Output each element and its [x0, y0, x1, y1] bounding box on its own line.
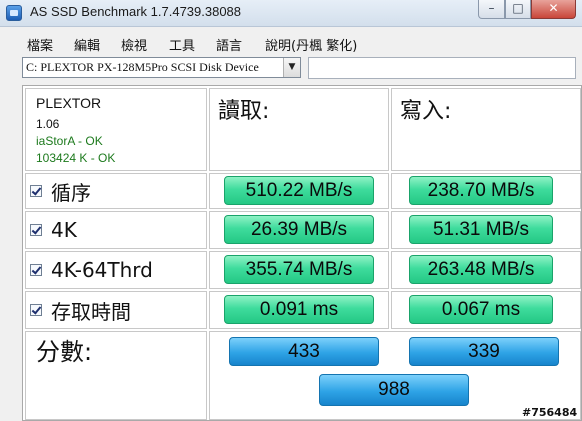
watermark-text: #756484 [522, 406, 578, 419]
read-header-label: 讀取: [218, 99, 270, 124]
seq-checkbox[interactable] [30, 185, 42, 197]
row-access-label-cell: 存取時間 [25, 291, 207, 329]
score-label-cell: 分數: [25, 331, 207, 420]
maximize-button[interactable]: □ [505, 0, 531, 19]
4k-write-cell: 51.31 MB/s [391, 211, 581, 249]
menu-bar: 檔案 編輯 檢視 工具 語言 說明(丹楓 繁化) [0, 31, 582, 55]
4k64-checkbox[interactable] [30, 264, 42, 276]
results-grid: PLEXTOR 1.06 iaStorA - OK 103424 K - OK … [22, 85, 582, 421]
drive-firmware: 1.06 [36, 117, 60, 131]
row-seq-label: 循序 [30, 174, 91, 208]
4k-label: 4K [51, 218, 77, 242]
close-button[interactable]: ✕ [531, 0, 576, 19]
4k64-write-cell: 263.48 MB/s [391, 251, 581, 289]
row-4k64-label: 4K-64Thrd [30, 252, 153, 288]
access-read-result: 0.091 ms [224, 295, 374, 324]
menu-view[interactable]: 檢視 [121, 35, 147, 54]
minimize-button[interactable]: – [478, 0, 505, 19]
menu-file[interactable]: 檔案 [27, 35, 53, 54]
app-icon [6, 5, 22, 21]
menu-tools[interactable]: 工具 [169, 35, 195, 54]
write-header: 寫入: [391, 88, 581, 171]
seq-write-cell: 238.70 MB/s [391, 173, 581, 209]
4k-write-result: 51.31 MB/s [409, 215, 553, 244]
4k64-read-result: 355.74 MB/s [224, 255, 374, 284]
write-header-label: 寫入: [400, 99, 452, 124]
total-score: 988 [319, 374, 469, 406]
app-window: AS SSD Benchmark 1.7.4739.38088 – □ ✕ 檔案… [0, 0, 582, 421]
alignment-status: 103424 K - OK [36, 151, 116, 165]
access-write-cell: 0.067 ms [391, 291, 581, 329]
seq-label: 循序 [51, 180, 91, 205]
access-checkbox[interactable] [30, 304, 42, 316]
4k-read-cell: 26.39 MB/s [209, 211, 389, 249]
score-label: 分數: [36, 338, 93, 366]
write-score: 339 [409, 337, 559, 366]
access-read-cell: 0.091 ms [209, 291, 389, 329]
4k64-label: 4K-64Thrd [51, 258, 153, 282]
row-4k-label-cell: 4K [25, 211, 207, 249]
seq-write-result: 238.70 MB/s [409, 176, 553, 205]
4k64-write-result: 263.48 MB/s [409, 255, 553, 284]
chevron-down-icon[interactable]: ▼ [283, 58, 300, 77]
drive-info-panel: PLEXTOR 1.06 iaStorA - OK 103424 K - OK [25, 88, 207, 171]
row-access-label: 存取時間 [30, 292, 131, 328]
menu-help[interactable]: 說明(丹楓 繁化) [265, 35, 357, 54]
row-4k-label: 4K [30, 212, 77, 248]
window-title: AS SSD Benchmark 1.7.4739.38088 [30, 4, 242, 19]
4k64-read-cell: 355.74 MB/s [209, 251, 389, 289]
device-extra-field[interactable] [308, 57, 576, 79]
4k-checkbox[interactable] [30, 224, 42, 236]
read-header: 讀取: [209, 88, 389, 171]
menu-edit[interactable]: 編輯 [74, 35, 100, 54]
device-dropdown[interactable]: C: PLEXTOR PX-128M5Pro SCSI Disk Device … [22, 57, 301, 78]
driver-status: iaStorA - OK [36, 134, 103, 148]
row-seq-label-cell: 循序 [25, 173, 207, 209]
drive-name: PLEXTOR [36, 95, 102, 111]
title-bar[interactable]: AS SSD Benchmark 1.7.4739.38088 – □ ✕ [0, 0, 582, 27]
seq-read-result: 510.22 MB/s [224, 176, 374, 205]
seq-read-cell: 510.22 MB/s [209, 173, 389, 209]
read-score: 433 [229, 337, 379, 366]
access-label: 存取時間 [51, 299, 131, 324]
device-dropdown-value: C: PLEXTOR PX-128M5Pro SCSI Disk Device [26, 60, 259, 74]
4k-read-result: 26.39 MB/s [224, 215, 374, 244]
row-4k64-label-cell: 4K-64Thrd [25, 251, 207, 289]
menu-language[interactable]: 語言 [216, 35, 242, 54]
access-write-result: 0.067 ms [409, 295, 553, 324]
